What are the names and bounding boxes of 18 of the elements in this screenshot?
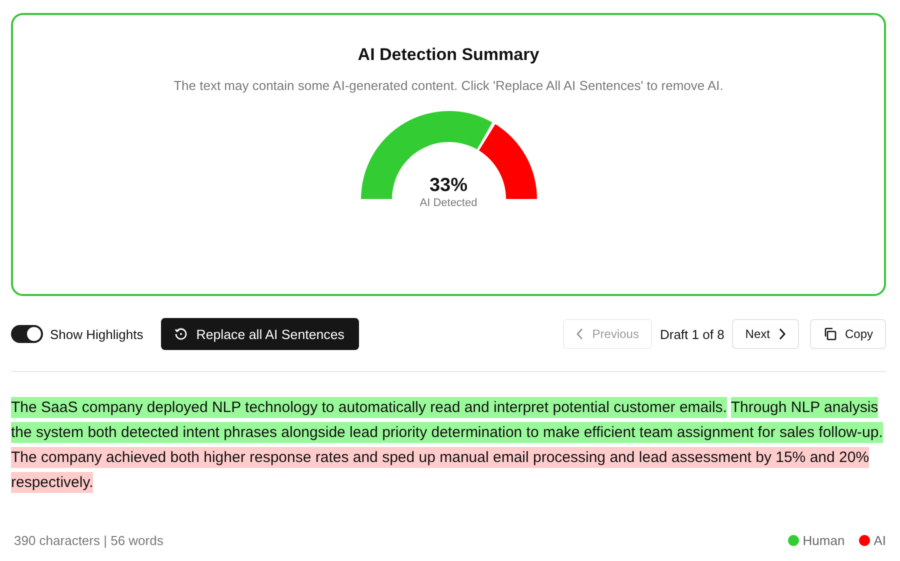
gauge-caption: AI Detected (420, 197, 478, 209)
replace-button[interactable]: Replace all AI Sentences (161, 318, 360, 350)
copy-icon (822, 327, 837, 341)
gauge-percentage: 33% (429, 175, 468, 197)
summary-title: AI Detection Summary (358, 45, 540, 65)
summary-subtitle: The text may contain some AI-generated content. Click 'Replace All AI Sentences' to remove AI. (174, 78, 724, 93)
highlights-toggle[interactable] (11, 325, 43, 343)
text-stats: 390 characters | 56 words (14, 533, 164, 548)
chevron-right-icon (778, 328, 786, 340)
toggle-label: Show Highlights (50, 326, 144, 342)
copy-button[interactable]: Copy (810, 319, 886, 349)
legend-label: AI (874, 533, 886, 548)
next-button[interactable]: Next (732, 319, 799, 349)
legend-label: Human (802, 533, 845, 548)
draft-counter: Draft 1 of 8 (660, 326, 724, 342)
refresh-icon (174, 327, 188, 341)
chevron-left-icon (576, 328, 584, 340)
analyzed-text: The SaaS company deployed NLP technology to automatically read and interpret potential customer emails. Through NLP analysis the system both detected intent phrases alongside lead priority determination to make efficient team assignment for sales follow-up. The company achieved both higher response rates and sped up manual email processing and lead assessment by 15% and 20% respectively. (11, 396, 884, 495)
